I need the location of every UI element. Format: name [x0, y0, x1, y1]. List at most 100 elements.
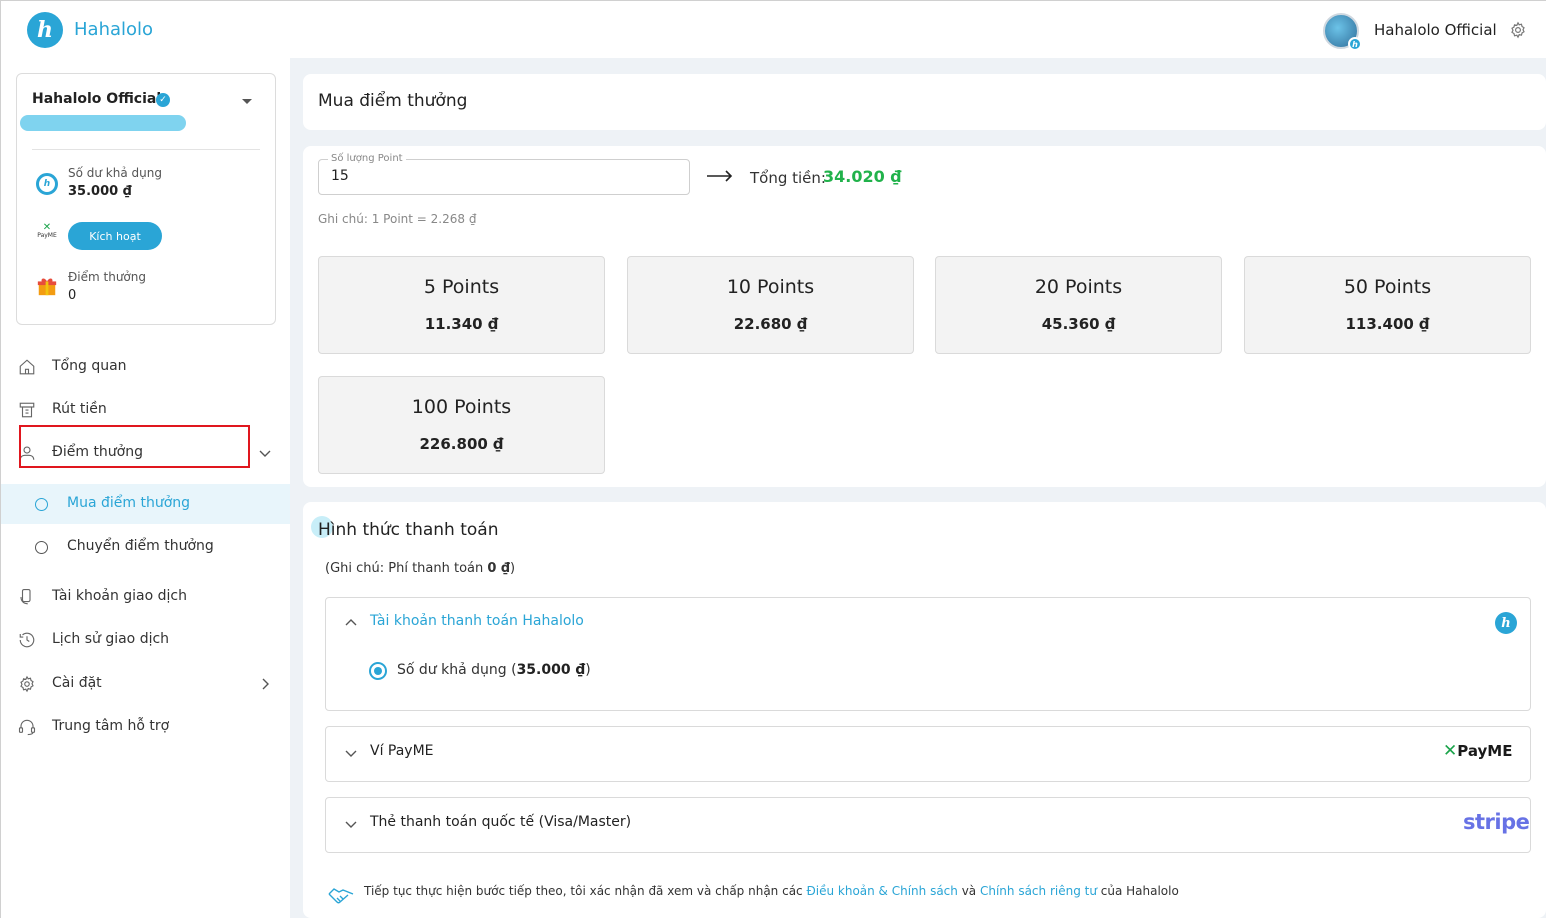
- balance-radio[interactable]: [369, 662, 387, 680]
- gift-icon: [37, 278, 57, 296]
- chevron-up-icon[interactable]: [345, 617, 357, 629]
- nav-label: Tài khoản giao dịch: [52, 588, 188, 604]
- header-user-name[interactable]: Hahalolo Official: [1374, 21, 1497, 39]
- balance-label: Số dư khả dụng: [68, 166, 162, 180]
- nav-item-history[interactable]: Lịch sử giao dịch: [1, 620, 290, 660]
- payment-panel: Hình thức thanh toán (Ghi chú: Phí thanh…: [303, 502, 1546, 918]
- balance-value: 35.000 ₫: [68, 184, 132, 199]
- option-value: 35.000 ₫: [516, 662, 586, 678]
- option-text: Số dư khả dụng (: [397, 662, 517, 678]
- withdraw-icon: [19, 402, 35, 418]
- nav-label: Lịch sử giao dịch: [52, 631, 170, 647]
- gear-icon: [20, 675, 34, 693]
- fee-note-prefix: (Ghi chú: Phí thanh toán: [325, 561, 488, 576]
- arrow-right-icon: [707, 170, 733, 182]
- page-title: Mua điểm thưởng: [318, 91, 468, 111]
- package-title: 100 Points: [411, 396, 512, 418]
- circle-bullet-icon: [35, 498, 48, 511]
- nav-item-settings[interactable]: Cài đặt: [1, 664, 290, 704]
- option-suffix: ): [585, 662, 591, 678]
- package-card[interactable]: 50 Points 113.400 ₫: [1244, 256, 1531, 354]
- points-label: Điểm thưởng: [68, 270, 146, 284]
- payment-title: Hình thức thanh toán: [318, 520, 499, 540]
- package-price: 11.340 ₫: [424, 315, 499, 333]
- nav-item-support[interactable]: Trung tâm hỗ trợ: [1, 707, 290, 747]
- points-value: 0: [68, 288, 77, 303]
- handshake-icon: [328, 888, 354, 904]
- payment-method-hahalolo[interactable]: Tài khoản thanh toán Hahalolo h Số dư kh…: [325, 597, 1531, 711]
- chevron-down-icon[interactable]: [345, 818, 357, 830]
- sidebar: Hahalolo Official ✓ h Số dư khả dụng 35.…: [0, 58, 290, 918]
- payment-method-title[interactable]: Tài khoản thanh toán Hahalolo: [370, 613, 584, 629]
- quantity-field[interactable]: Số lượng Point: [318, 153, 690, 195]
- total-value: 34.020 ₫: [823, 167, 902, 186]
- package-card[interactable]: 20 Points 45.360 ₫: [935, 256, 1222, 354]
- total-label: Tổng tiền:: [750, 169, 826, 187]
- account-name[interactable]: Hahalolo Official: [32, 91, 161, 107]
- wallet-balance-icon: h: [36, 173, 58, 195]
- payment-method-title[interactable]: Ví PayME: [370, 743, 434, 759]
- package-title: 5 Points: [423, 276, 500, 298]
- payme-mini-label: PayME: [37, 232, 57, 239]
- payme-icon: ✕ PayME: [37, 222, 57, 240]
- package-price: 113.400 ₫: [1345, 315, 1430, 333]
- package-title: 20 Points: [1034, 276, 1123, 298]
- chevron-right-icon[interactable]: [259, 678, 271, 690]
- fee-value: 0 ₫: [487, 561, 511, 576]
- verified-icon: ✓: [156, 93, 170, 107]
- avatar-badge-icon: h: [1348, 37, 1362, 51]
- package-card[interactable]: 5 Points 11.340 ₫: [318, 256, 605, 354]
- quantity-legend: Số lượng Point: [328, 153, 406, 164]
- package-card[interactable]: 100 Points 226.800 ₫: [318, 376, 605, 474]
- nav-item-transaction-account[interactable]: Tài khoản giao dịch: [1, 577, 290, 617]
- package-price: 45.360 ₫: [1041, 315, 1116, 333]
- nav-label: Tổng quan: [52, 358, 127, 374]
- privacy-link[interactable]: Chính sách riêng tư: [980, 884, 1097, 898]
- redacted-account-id: [20, 115, 186, 131]
- price-note: Ghi chú: 1 Point = 2.268 ₫: [318, 212, 477, 226]
- account-dropdown-icon[interactable]: [242, 99, 252, 104]
- history-icon: [19, 632, 35, 648]
- activate-payme-button[interactable]: Kích hoạt: [68, 222, 162, 250]
- terms-link[interactable]: Điều khoản & Chính sách: [806, 884, 957, 898]
- package-price: 22.680 ₫: [733, 315, 808, 333]
- payme-logo-text: PayME: [1457, 742, 1513, 760]
- consent-and: và: [957, 884, 980, 898]
- payment-method-card[interactable]: Thẻ thanh toán quốc tế (Visa/Master) str…: [325, 797, 1531, 853]
- package-title: 10 Points: [726, 276, 815, 298]
- page-title-panel: Mua điểm thưởng: [303, 74, 1546, 130]
- payment-method-payme[interactable]: Ví PayME ✕PayME: [325, 726, 1531, 782]
- nav-label: Rút tiền: [52, 401, 107, 417]
- nav-label: Trung tâm hỗ trợ: [52, 718, 170, 734]
- logo-text[interactable]: Hahalolo: [74, 19, 153, 40]
- payme-logo-icon: ✕PayME: [1443, 741, 1513, 761]
- sub-nav-label: Mua điểm thưởng: [67, 495, 191, 511]
- home-icon: [19, 359, 35, 375]
- chevron-down-icon[interactable]: [259, 447, 271, 459]
- fee-note-suffix: ): [510, 561, 516, 576]
- circle-bullet-icon: [35, 541, 48, 554]
- stripe-logo-icon: stripe: [1463, 810, 1530, 834]
- consent-text: Tiếp tục thực hiện bước tiếp theo, tôi x…: [364, 884, 1179, 898]
- top-header: h Hahalolo h Hahalolo Official: [0, 0, 1546, 58]
- nav-item-withdraw[interactable]: Rút tiền: [1, 390, 290, 430]
- quantity-input[interactable]: [331, 168, 671, 184]
- account-card: Hahalolo Official ✓ h Số dư khả dụng 35.…: [16, 73, 276, 325]
- package-card[interactable]: 10 Points 22.680 ₫: [627, 256, 914, 354]
- sub-item-transfer-points[interactable]: Chuyển điểm thưởng: [1, 527, 290, 567]
- hahalolo-logo-icon[interactable]: h: [27, 12, 63, 48]
- package-price: 226.800 ₫: [419, 435, 504, 453]
- highlight-annotation-box: [19, 425, 250, 468]
- balance-option-label[interactable]: Số dư khả dụng (35.000 ₫): [397, 662, 591, 678]
- nav-label: Cài đặt: [52, 675, 102, 691]
- support-icon: [18, 719, 36, 736]
- payment-method-title[interactable]: Thẻ thanh toán quốc tế (Visa/Master): [370, 814, 631, 830]
- settings-gear-icon[interactable]: [1509, 21, 1527, 39]
- consent-end: của Hahalolo: [1096, 884, 1179, 898]
- chevron-down-icon[interactable]: [345, 747, 357, 759]
- nav-item-overview[interactable]: Tổng quan: [1, 347, 290, 387]
- consent-lead: Tiếp tục thực hiện bước tiếp theo, tôi x…: [364, 884, 807, 898]
- hahalolo-logo-icon: h: [1495, 612, 1517, 634]
- buy-points-panel: Số lượng Point Tổng tiền: 34.020 ₫ Ghi c…: [303, 146, 1546, 487]
- sub-item-buy-points[interactable]: Mua điểm thưởng: [1, 484, 290, 524]
